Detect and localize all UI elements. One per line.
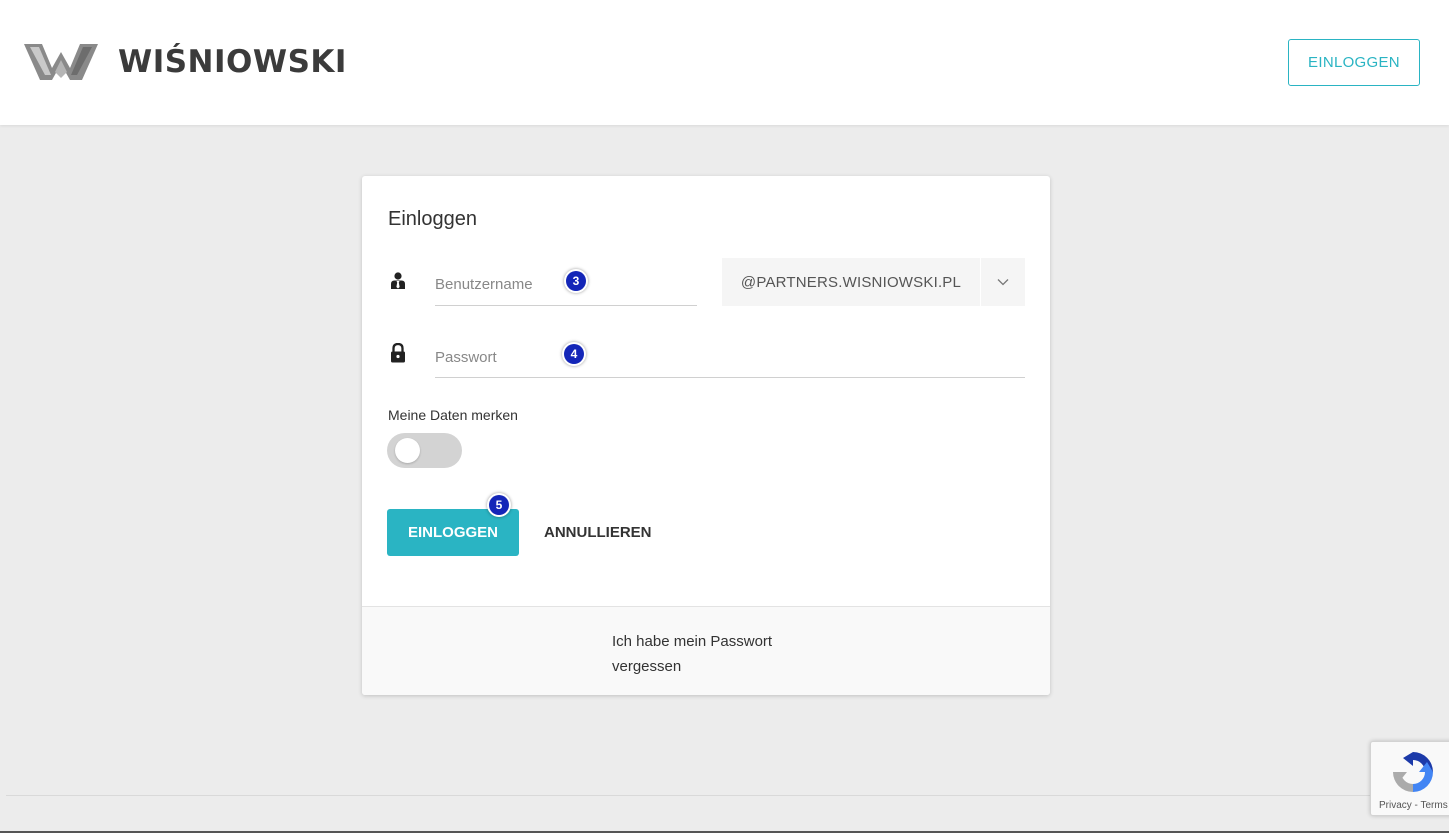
wisniowski-w-logo-icon — [24, 44, 98, 80]
domain-select-value: @PARTNERS.WISNIOWSKI.PL — [740, 273, 962, 291]
password-underline — [435, 377, 1025, 378]
footer-divider — [6, 795, 1449, 796]
username-input[interactable] — [435, 272, 685, 296]
toggle-knob — [395, 438, 420, 463]
brand-logo[interactable]: WIŚNIOWSKI — [24, 42, 347, 82]
cancel-button[interactable]: ANNULLIEREN — [534, 509, 662, 556]
card-footer: Ich habe mein Passwort vergessen — [362, 606, 1050, 695]
domain-select[interactable]: @PARTNERS.WISNIOWSKI.PL — [722, 258, 1025, 306]
password-input[interactable] — [435, 345, 1015, 369]
login-submit-button[interactable]: EINLOGGEN — [387, 509, 519, 556]
header-login-button[interactable]: EINLOGGEN — [1288, 39, 1420, 86]
annotation-marker-5: 5 — [489, 495, 509, 515]
recaptcha-links[interactable]: Privacy - Terms — [1379, 800, 1448, 811]
remember-me-label: Meine Daten merken — [388, 407, 518, 423]
top-header: WIŚNIOWSKI EINLOGGEN — [0, 0, 1449, 125]
forgot-password-link[interactable]: Ich habe mein Passwort vergessen — [612, 629, 802, 679]
annotation-marker-4: 4 — [564, 344, 584, 364]
login-card: Einloggen 3 @PARTNERS.WISNIOWSKI.PL 4 Me… — [362, 176, 1050, 695]
recaptcha-icon — [1389, 748, 1437, 801]
chevron-down-icon[interactable] — [980, 258, 1025, 306]
brand-name: WIŚNIOWSKI — [118, 44, 347, 80]
user-icon — [390, 272, 406, 295]
remember-me-toggle[interactable] — [387, 433, 462, 468]
username-underline — [435, 305, 697, 306]
recaptcha-badge[interactable]: Privacy - Terms — [1370, 741, 1449, 816]
card-title: Einloggen — [388, 208, 477, 230]
lock-icon — [390, 342, 406, 368]
annotation-marker-3: 3 — [566, 271, 586, 291]
